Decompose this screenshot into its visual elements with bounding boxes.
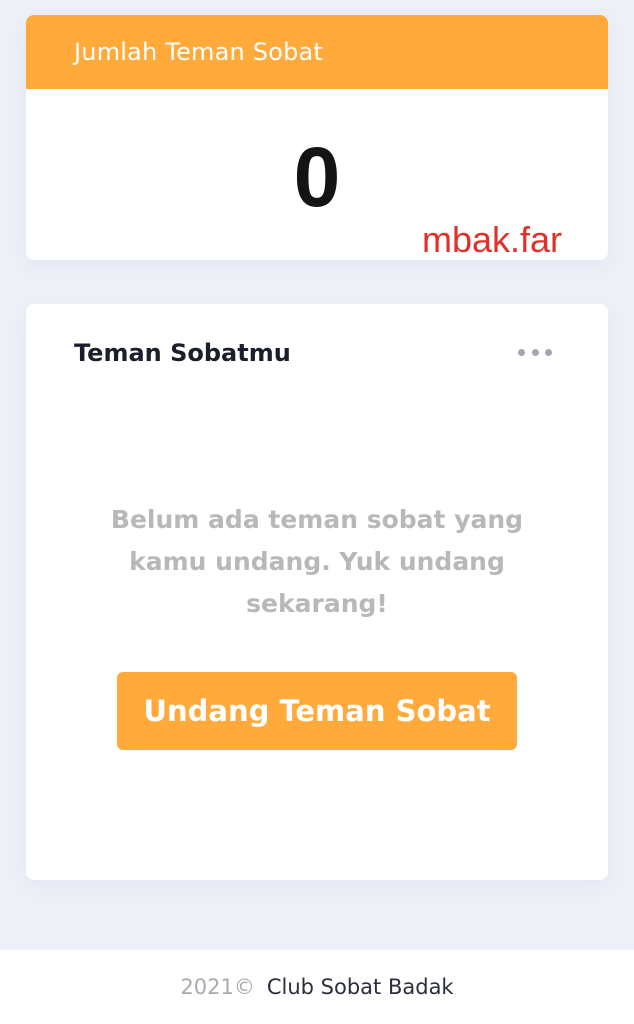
ellipsis-icon[interactable] [518,340,552,364]
friend-count-card: Jumlah Teman Sobat 0 mbak.far [26,15,608,260]
friend-count-title: Jumlah Teman Sobat [74,38,324,66]
ellipsis-dot [531,348,539,356]
friends-list-card: Teman Sobatmu Belum ada teman sobat yang… [26,304,608,880]
watermark-text: mbak.far [421,219,562,260]
empty-state-message: Belum ada teman sobat yang kamu undang. … [110,505,524,618]
friend-count-value: 0 [293,130,341,224]
footer-brand: Club Sobat Badak [266,975,454,999]
invite-friend-button[interactable]: Undang Teman Sobat [117,672,517,750]
footer-copyright-year: 2021© [180,975,255,999]
friend-count-header: Jumlah Teman Sobat [26,15,608,89]
ellipsis-dot [545,348,552,356]
footer: 2021© Club Sobat Badak [0,950,634,1024]
ellipsis-dot [518,348,525,356]
friends-list-title: Teman Sobatmu [74,339,291,367]
